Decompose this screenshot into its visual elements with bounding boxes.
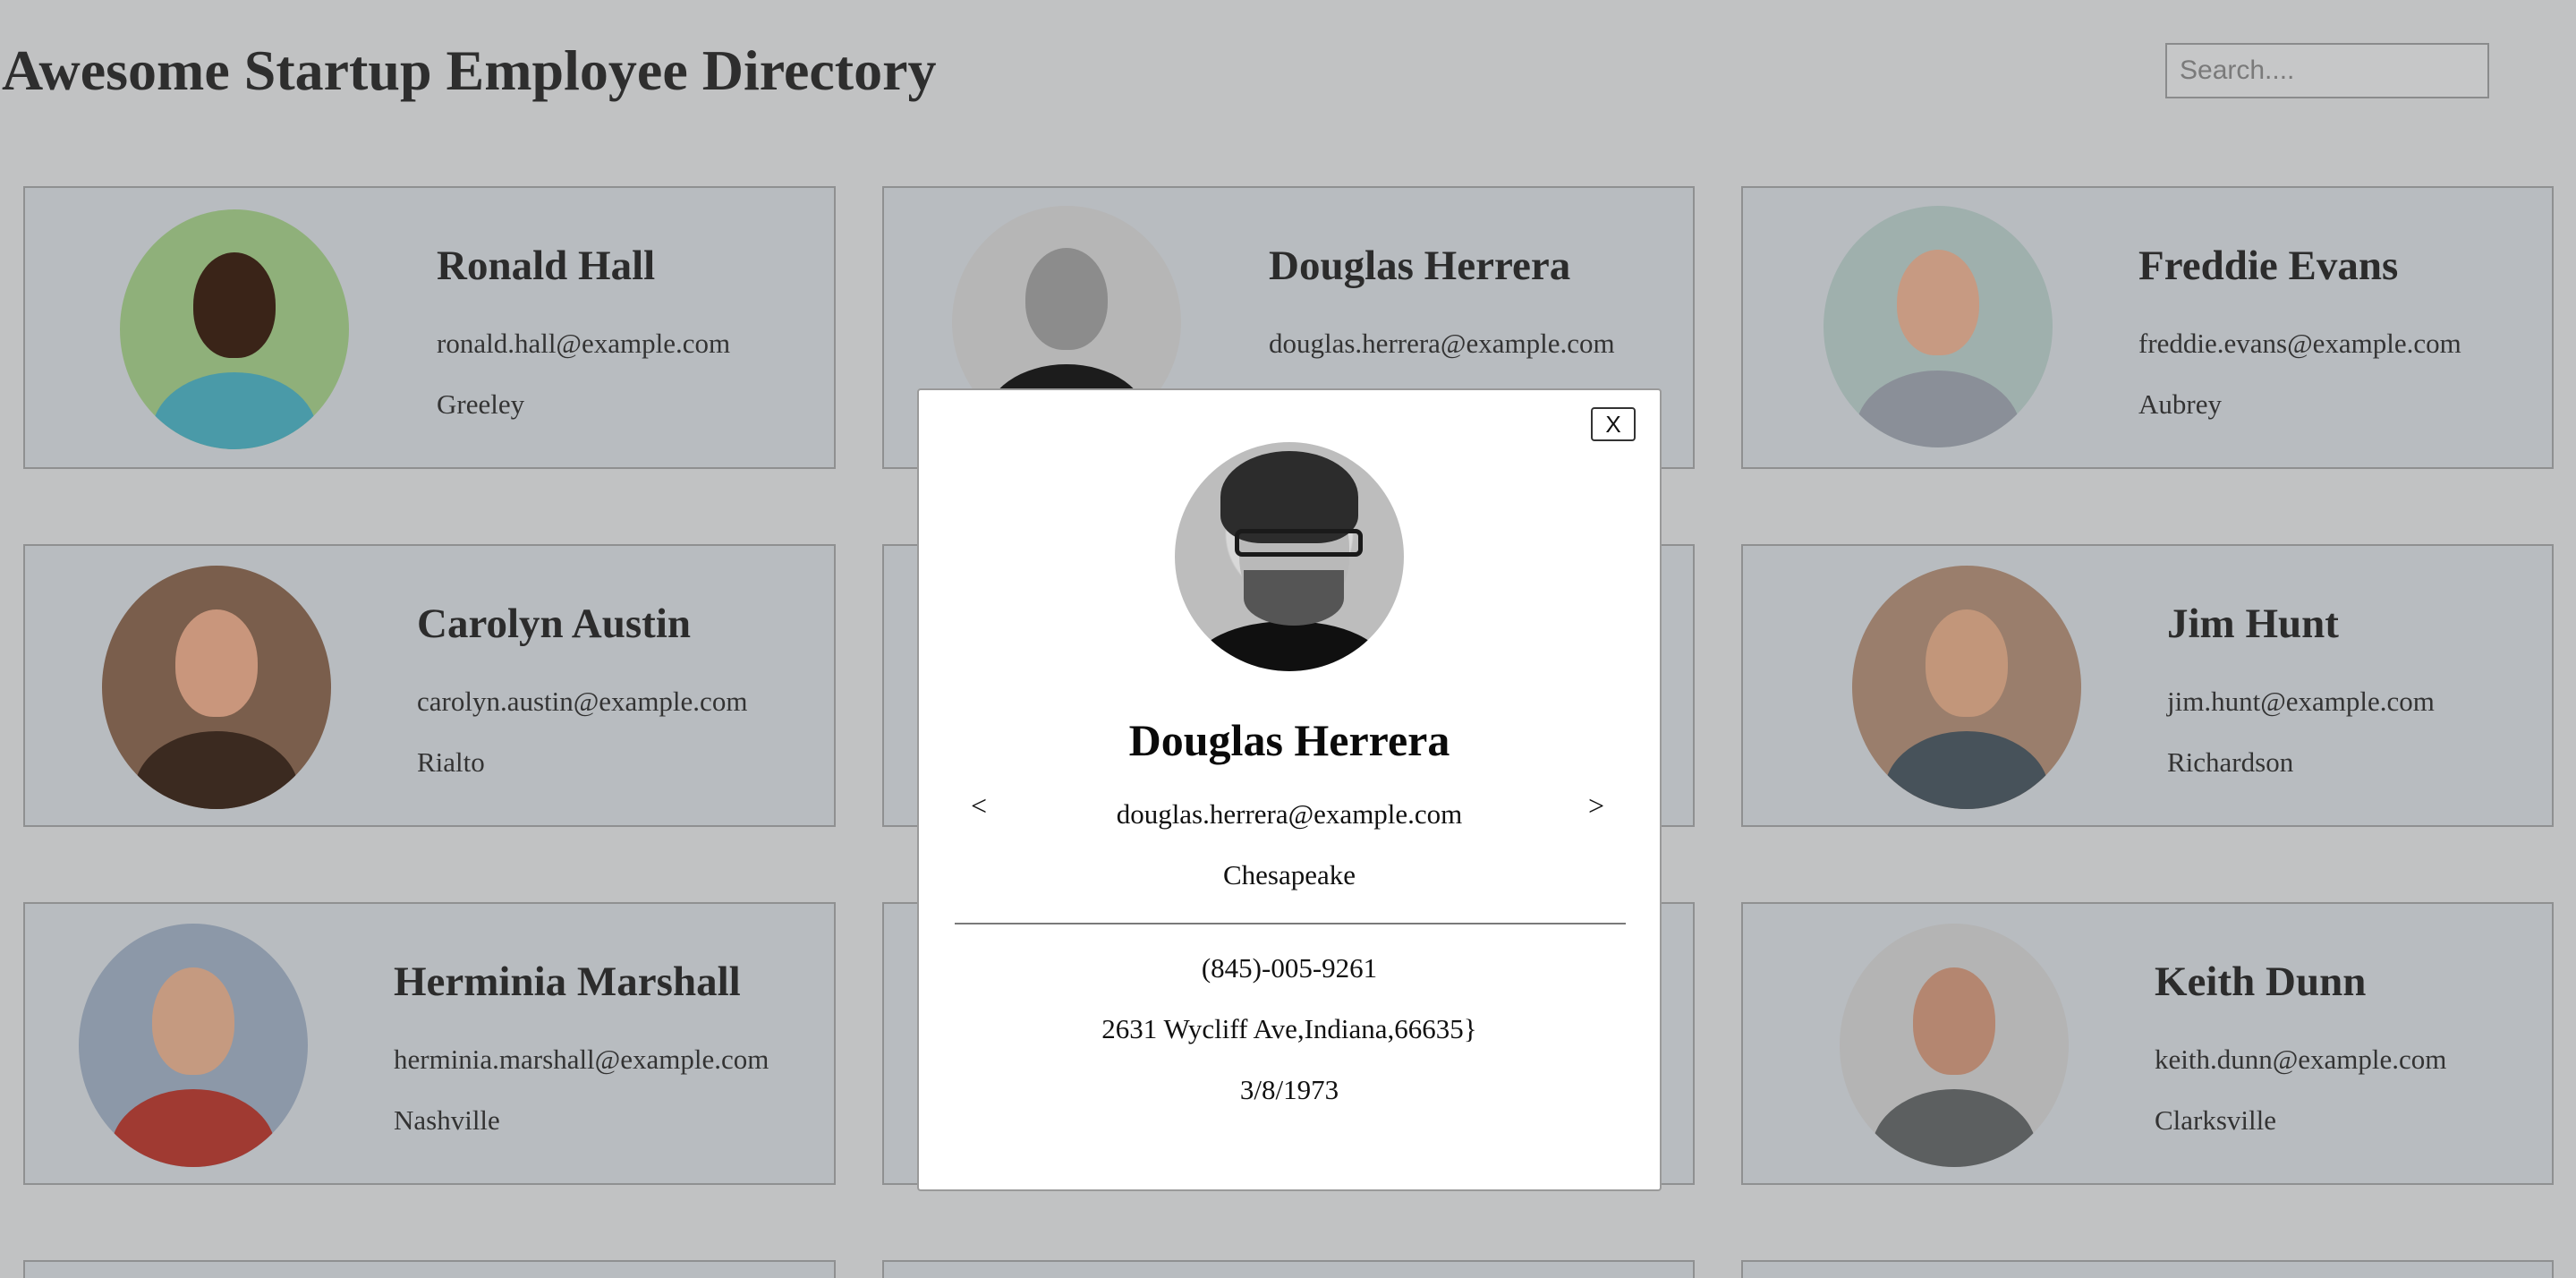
employee-card[interactable]: Keith Dunn keith.dunn@example.com Clarks… [1741, 902, 2554, 1185]
employee-email: jim.hunt@example.com [2167, 686, 2435, 717]
modal-birthday: 3/8/1973 [1239, 1074, 1339, 1105]
modal-address: 2631 Wycliff Ave,Indiana,66635} [1101, 1013, 1477, 1044]
employee-email: carolyn.austin@example.com [417, 686, 748, 717]
modal-avatar [1175, 442, 1404, 671]
employee-avatar [120, 209, 349, 449]
employee-email: keith.dunn@example.com [2155, 1044, 2447, 1075]
modal-email: douglas.herrera@example.com [1116, 798, 1463, 830]
employee-avatar [79, 924, 308, 1167]
employee-name: Herminia Marshall [394, 958, 741, 1005]
employee-city: Aubrey [2138, 388, 2222, 420]
employee-card[interactable] [1741, 1260, 2554, 1278]
next-button[interactable]: > [1588, 789, 1604, 822]
employee-name: Douglas Herrera [1269, 243, 1571, 289]
employee-name: Freddie Evans [2138, 243, 2399, 289]
modal-phone: (845)-005-9261 [1201, 952, 1378, 984]
employee-name: Jim Hunt [2167, 601, 2339, 647]
employee-avatar [1840, 924, 2069, 1167]
employee-email: douglas.herrera@example.com [1269, 328, 1615, 359]
employee-card[interactable] [23, 1260, 836, 1278]
page-title: Awesome Startup Employee Directory [2, 38, 937, 102]
employee-city: Rialto [417, 746, 485, 778]
divider [955, 923, 1626, 924]
employee-card[interactable] [882, 1260, 1695, 1278]
employee-email: freddie.evans@example.com [2138, 328, 2461, 359]
employee-modal: X Douglas Herrera < douglas.herrera@exam… [917, 388, 1662, 1191]
employee-avatar [102, 566, 331, 809]
modal-name: Douglas Herrera [1128, 715, 1450, 765]
employee-card[interactable]: Herminia Marshall herminia.marshall@exam… [23, 902, 836, 1185]
employee-name: Keith Dunn [2155, 958, 2367, 1005]
employee-name: Carolyn Austin [417, 601, 692, 647]
employee-email: ronald.hall@example.com [437, 328, 731, 359]
employee-card[interactable]: Jim Hunt jim.hunt@example.com Richardson [1741, 544, 2554, 827]
modal-city: Chesapeake [1222, 859, 1356, 890]
employee-city: Clarksville [2155, 1104, 2277, 1136]
employee-avatar [1824, 206, 2053, 447]
employee-card[interactable]: Ronald Hall ronald.hall@example.com Gree… [23, 186, 836, 469]
employee-city: Richardson [2167, 746, 2294, 778]
employee-city: Nashville [394, 1104, 500, 1136]
employee-city: Greeley [437, 388, 525, 420]
employee-avatar [1852, 566, 2081, 809]
employee-card[interactable]: Freddie Evans freddie.evans@example.com … [1741, 186, 2554, 469]
employee-email: herminia.marshall@example.com [394, 1044, 769, 1075]
search-input[interactable] [2165, 43, 2489, 98]
employee-card[interactable]: Carolyn Austin carolyn.austin@example.co… [23, 544, 836, 827]
employee-name: Ronald Hall [437, 243, 656, 289]
close-button[interactable]: X [1591, 407, 1636, 441]
